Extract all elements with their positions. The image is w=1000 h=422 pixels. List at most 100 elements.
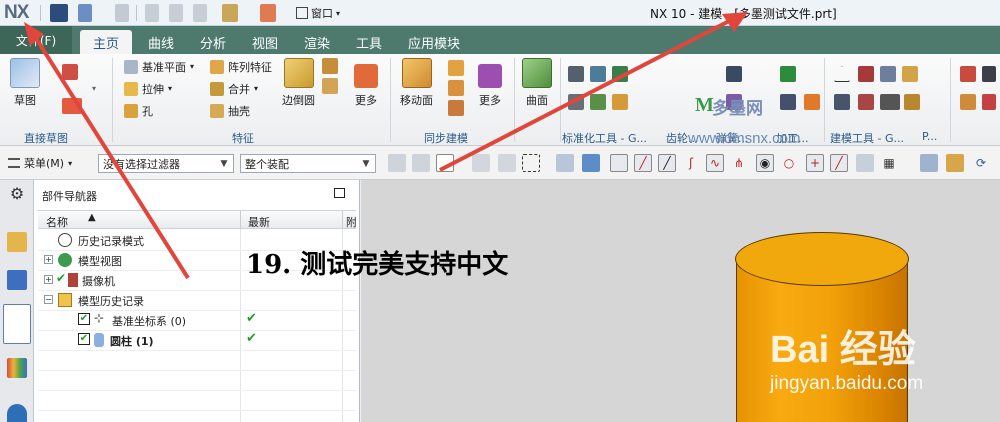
dimension-icon[interactable] (960, 66, 976, 82)
collapse-icon[interactable]: − (44, 295, 53, 304)
table-icon[interactable] (858, 66, 874, 82)
move-face-button[interactable]: 移动面 (400, 58, 433, 108)
more-features-button[interactable]: 更多 (354, 64, 378, 108)
main-menu-button[interactable]: 菜单(M) ▾ (8, 154, 72, 172)
undo-icon[interactable] (78, 4, 92, 22)
triangle-icon[interactable] (834, 66, 850, 82)
refresh-icon[interactable]: ⟳ (972, 154, 990, 172)
column-extra[interactable]: 附 (346, 214, 356, 230)
grid-snap-icon[interactable]: ▦ (880, 154, 898, 172)
assembly-icon[interactable] (904, 94, 920, 110)
file-menu[interactable]: 文件(F) (0, 26, 72, 54)
visibility-checkbox[interactable]: ✔ (78, 313, 90, 325)
surface-button[interactable]: 曲面 (522, 58, 552, 108)
reuse-library-icon[interactable] (7, 358, 27, 378)
datum-plane-button[interactable]: 基准平面 ▾ (124, 58, 194, 75)
column-latest[interactable]: 最新 (248, 214, 270, 230)
coordinate-icon[interactable] (982, 66, 996, 82)
paste-icon[interactable] (193, 4, 207, 22)
rectangle-icon[interactable] (62, 98, 82, 114)
column-name[interactable]: 名称 (46, 214, 68, 230)
slash-icon[interactable]: ╱ (830, 154, 848, 172)
draft-icon[interactable] (322, 78, 338, 94)
arc-icon[interactable]: ʃ (682, 154, 700, 172)
replace-face-icon[interactable] (448, 80, 464, 96)
more-sync-button[interactable]: 更多 (478, 64, 502, 108)
tolerance-icon[interactable] (880, 94, 900, 110)
box-select-icon[interactable] (522, 154, 540, 172)
center-point-icon[interactable]: ◉ (756, 154, 774, 172)
tab-curve[interactable]: 曲线 (140, 30, 182, 54)
extrude-button[interactable]: 拉伸 ▾ (124, 80, 172, 97)
unite-button[interactable]: 合并 ▾ (210, 80, 258, 97)
grid-icon[interactable] (858, 94, 874, 110)
hole-button[interactable]: 孔 (124, 102, 153, 119)
tree-row[interactable]: − 模型历史记录 (38, 290, 356, 310)
snap-point-icon[interactable] (436, 154, 454, 172)
tab-view[interactable]: 视图 (244, 30, 286, 54)
tab-render[interactable]: 渲染 (296, 30, 338, 54)
save-icon[interactable] (50, 4, 68, 22)
check-tool-icon[interactable] (780, 66, 796, 82)
gear-tool-icon[interactable] (568, 66, 584, 82)
intersect-icon[interactable]: ⋔ (730, 154, 748, 172)
line-icon[interactable]: ╱ (634, 154, 652, 172)
fastener-icon[interactable] (612, 66, 628, 82)
touch-mode-icon[interactable] (260, 4, 276, 22)
expand-icon[interactable]: + (44, 255, 53, 264)
type-filter-select[interactable]: 没有选择过滤器 ▼ (98, 154, 234, 173)
offset-face-icon[interactable] (448, 60, 464, 76)
shell-button[interactable]: 抽壳 (210, 102, 250, 119)
tree-row[interactable]: ✔ 圆柱 (1) ✔ (38, 330, 356, 350)
curve-snap-icon[interactable]: ╱ (658, 154, 676, 172)
cube-view-icon[interactable] (582, 154, 600, 172)
part-navigator-icon[interactable] (3, 304, 31, 344)
window-menu[interactable]: 窗口 ▾ (292, 4, 344, 22)
section-icon[interactable] (960, 94, 976, 110)
bearing-icon[interactable] (612, 94, 628, 110)
zoom-icon[interactable] (920, 154, 938, 172)
tab-home[interactable]: 主页 (80, 30, 132, 54)
view-icon[interactable] (856, 154, 874, 172)
fit-icon[interactable] (946, 154, 964, 172)
nut-icon[interactable] (590, 94, 606, 110)
maximize-icon[interactable] (334, 188, 345, 198)
cylinder-top-face[interactable] (735, 232, 909, 286)
bolt-icon[interactable] (568, 94, 584, 110)
scope-select[interactable]: 整个装配 ▼ (240, 154, 376, 173)
cross-icon[interactable]: + (806, 154, 824, 172)
measure-icon[interactable] (982, 94, 996, 110)
constraint-navigator-icon[interactable] (7, 270, 27, 290)
gear-set-icon[interactable] (902, 66, 918, 82)
pattern-feature-button[interactable]: 阵列特征 (210, 58, 272, 75)
nx-logo[interactable]: NX (4, 2, 29, 24)
visibility-checkbox[interactable]: ✔ (78, 333, 90, 345)
tree-row[interactable]: ✔ ⊹ 基准坐标系 (0) ✔ (38, 310, 356, 330)
spring-tool-icon[interactable] (590, 66, 606, 82)
move-icon[interactable] (472, 154, 490, 172)
machining-icon[interactable] (780, 94, 796, 110)
mill-icon[interactable] (804, 94, 820, 110)
shade-icon[interactable] (556, 154, 574, 172)
tab-applications[interactable]: 应用模块 (400, 30, 468, 54)
chevron-down-icon[interactable]: ▾ (92, 84, 100, 93)
spline-icon[interactable]: ∿ (706, 154, 724, 172)
web-browser-icon[interactable] (7, 404, 27, 422)
open-icon[interactable] (222, 4, 238, 22)
circle-icon[interactable]: ○ (780, 154, 798, 172)
expand-icon[interactable]: + (44, 275, 53, 284)
edge-blend-button[interactable]: 边倒圆 (282, 58, 315, 108)
delete-face-icon[interactable] (448, 100, 464, 116)
spring-compress-icon[interactable] (726, 66, 742, 82)
tab-tools[interactable]: 工具 (348, 30, 390, 54)
assembly-navigator-icon[interactable] (7, 232, 27, 252)
chart-icon[interactable] (880, 66, 896, 82)
sketch-button[interactable]: 草图 (10, 58, 40, 108)
tab-analysis[interactable]: 分析 (192, 30, 234, 54)
curve-icon[interactable] (62, 64, 78, 80)
select-icon[interactable] (412, 154, 430, 172)
list-icon[interactable] (834, 94, 850, 110)
rotate-icon[interactable] (498, 154, 516, 172)
gear-icon[interactable]: ⚙ (7, 184, 27, 204)
snap-icon[interactable] (388, 154, 406, 172)
